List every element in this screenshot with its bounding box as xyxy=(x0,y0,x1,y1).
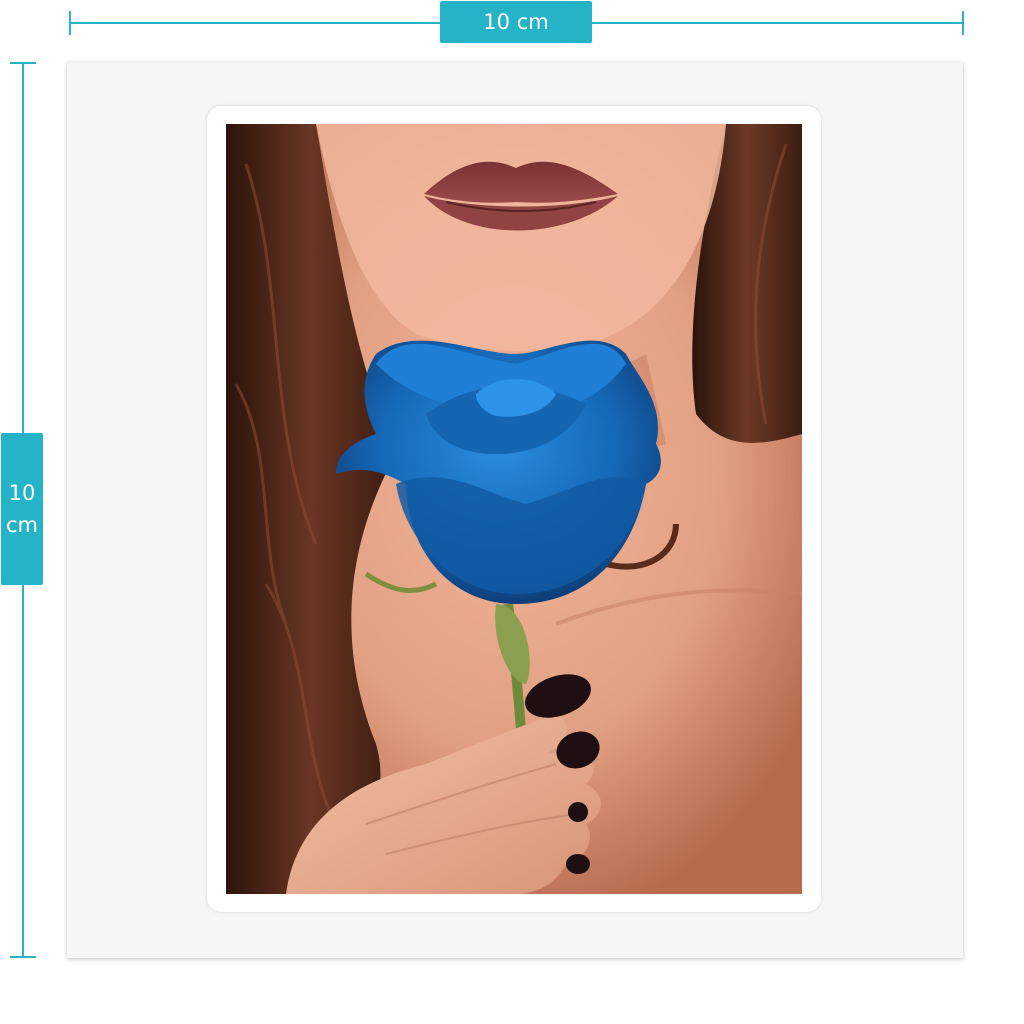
artwork-illustration xyxy=(226,124,802,894)
height-dimension-label: 10 cm xyxy=(1,433,43,585)
artwork xyxy=(226,124,802,894)
width-dimension-cap-right xyxy=(962,11,964,35)
nail xyxy=(568,802,588,822)
height-dimension-cap-top xyxy=(10,62,36,64)
print-sheet xyxy=(67,62,963,958)
width-dimension-cap-left xyxy=(69,11,71,35)
sticker-cut-border xyxy=(207,106,821,912)
nail xyxy=(566,854,590,874)
height-dimension-value: 10 xyxy=(8,481,36,505)
height-dimension-unit: cm xyxy=(5,513,38,537)
height-dimension-cap-bottom xyxy=(10,956,36,958)
width-dimension-label: 10 cm xyxy=(440,1,592,43)
